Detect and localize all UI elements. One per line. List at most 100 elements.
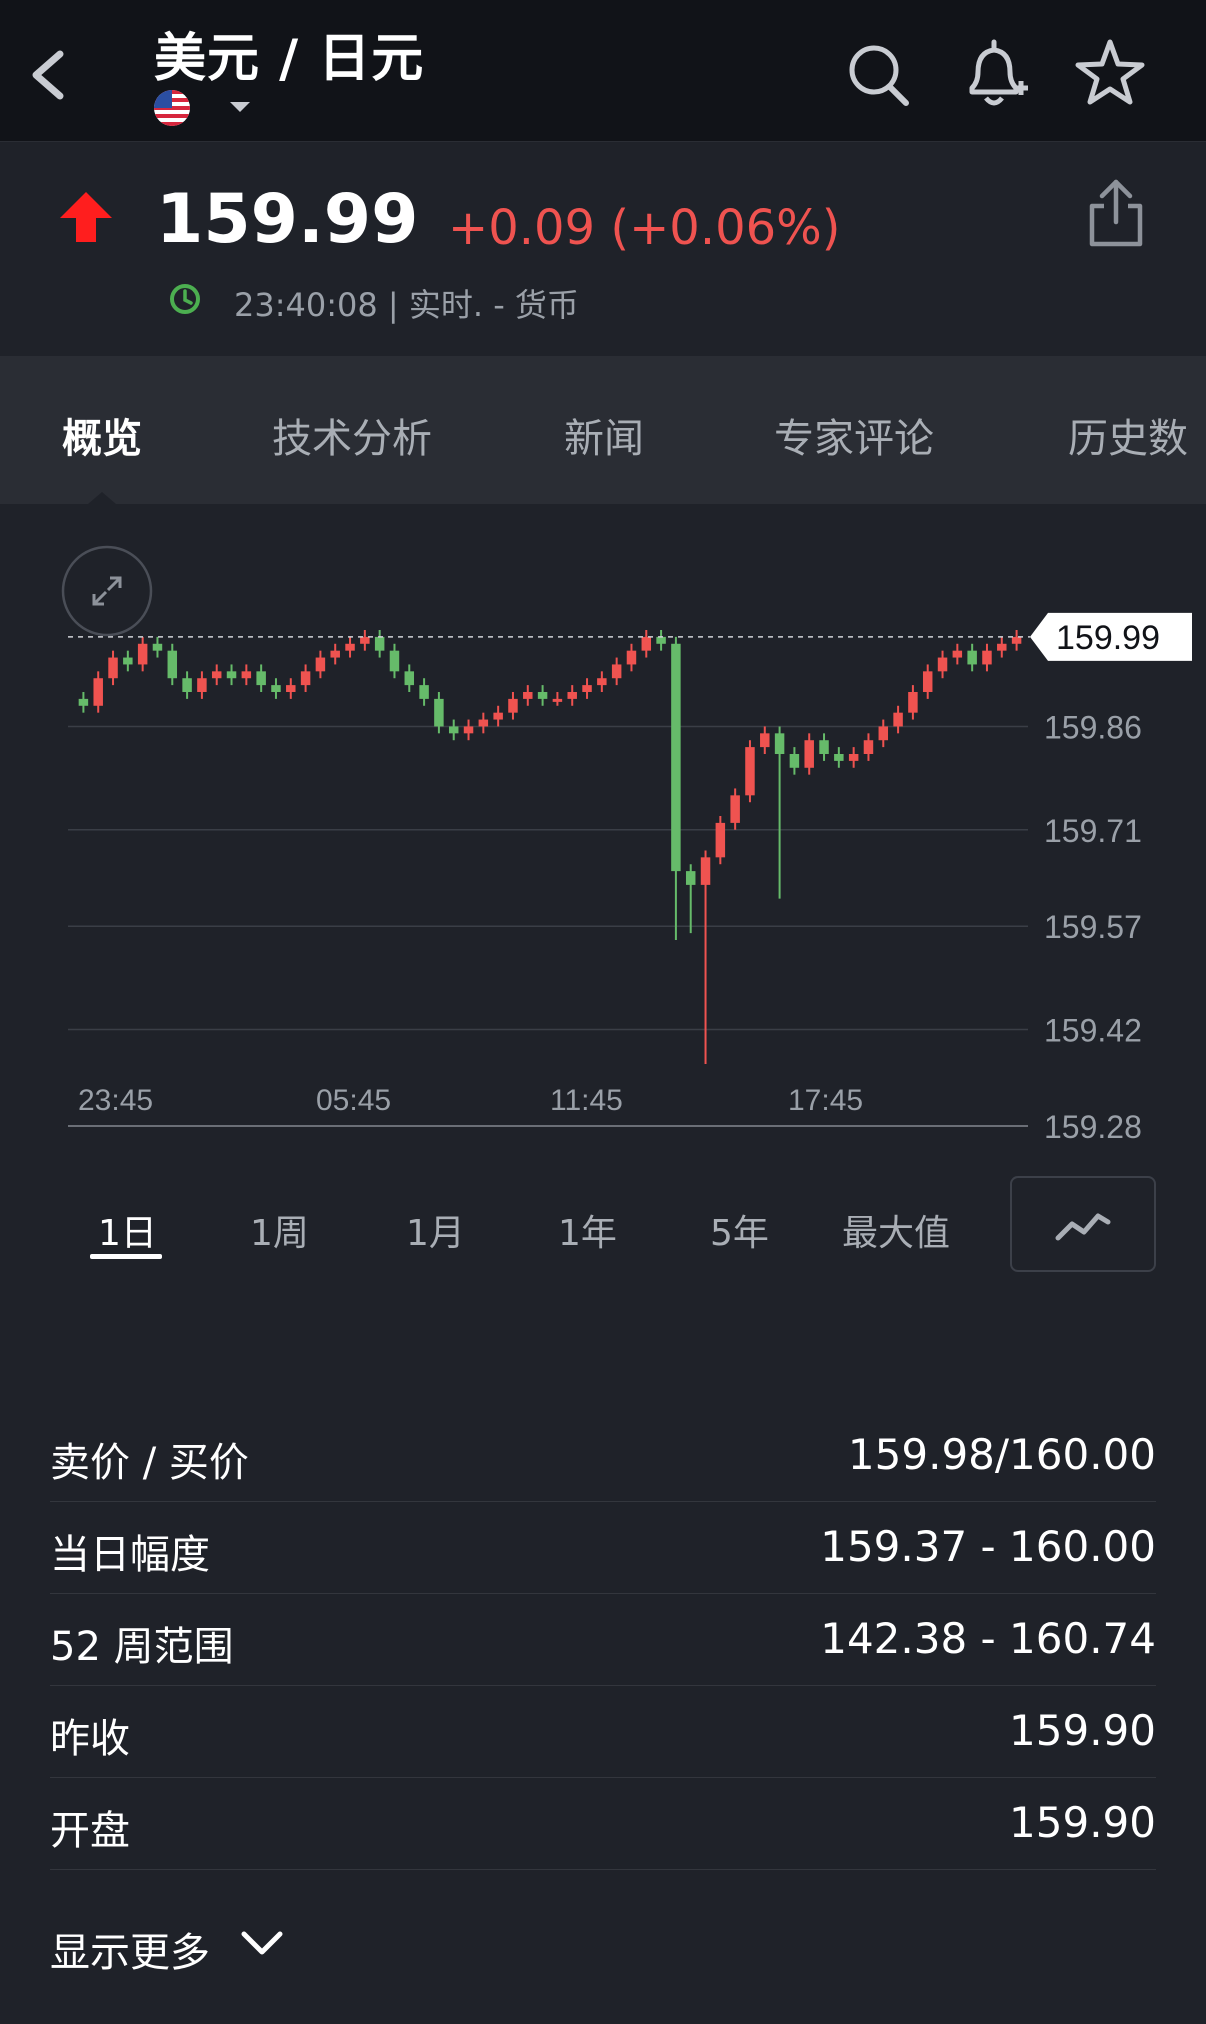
candle-body: [685, 871, 696, 885]
candle-body: [300, 671, 311, 686]
candle-body: [804, 740, 814, 768]
candlestick-chart: 159.86 159.71 159.57 159.42 159.28 23:45 05:45…: [68, 612, 1192, 1145]
candle-body: [404, 671, 415, 686]
candle-body: [552, 698, 563, 702]
current-price-label: 159.99: [1056, 619, 1160, 657]
candle-body: [537, 692, 548, 699]
candle-body: [241, 671, 252, 679]
y-tick-label: 159.57: [1044, 909, 1142, 945]
candle-body: [137, 643, 148, 665]
instrument-title: 美元 / 日元: [154, 29, 425, 89]
tab-history[interactable]: 历史数: [1068, 406, 1188, 464]
y-tick-label: 159.86: [1044, 709, 1142, 745]
active-tab-pointer: [88, 492, 116, 504]
chart-type-button[interactable]: [1010, 1176, 1156, 1272]
candle-body: [582, 685, 592, 692]
candle-body: [893, 712, 903, 727]
candle-body: [152, 643, 163, 651]
candle-body: [863, 740, 874, 754]
candle-body: [197, 678, 207, 692]
candle-body: [700, 857, 711, 885]
candle-body: [597, 678, 607, 686]
stat-label: 昨收: [50, 1716, 130, 1762]
show-more-button[interactable]: 显示更多: [50, 1920, 210, 1978]
x-tick-label: 17:45: [788, 1084, 863, 1117]
range-5y[interactable]: 5年: [710, 1204, 769, 1256]
quote-status: 23:40:08 | 实时. - 货币: [234, 286, 579, 324]
stat-label: 卖价 / 买价: [50, 1440, 249, 1486]
candle-body: [419, 685, 429, 699]
stat-row-open: 开盘 159.90: [50, 1778, 1156, 1870]
candle-body: [78, 698, 89, 706]
stat-value: 159.90: [1009, 1706, 1156, 1755]
candle-body: [730, 795, 740, 823]
candle-body: [478, 719, 489, 727]
candle-body: [626, 650, 637, 665]
candle-body: [656, 636, 666, 644]
expand-chart-icon[interactable]: [60, 544, 154, 638]
candle-body: [671, 643, 681, 872]
candle-body: [448, 726, 459, 734]
price-change: +0.09 (+0.06%): [448, 200, 841, 256]
candle-body: [434, 698, 444, 727]
candle-body: [493, 712, 503, 720]
candle-body: [286, 685, 296, 692]
candle-body: [760, 733, 770, 748]
tab-analysis[interactable]: 专家评论: [774, 406, 934, 464]
candle-body: [271, 685, 281, 692]
y-tick-label: 159.71: [1044, 813, 1142, 849]
candle-body: [182, 678, 192, 692]
candle-body: [641, 636, 652, 651]
candle-body: [937, 657, 948, 672]
candle-body: [774, 733, 785, 754]
candle-body: [848, 754, 859, 761]
market-dropdown-caret-icon[interactable]: [230, 102, 250, 112]
star-icon[interactable]: [1074, 36, 1146, 112]
last-price: 159.99: [156, 180, 419, 259]
range-1d[interactable]: 1日: [98, 1204, 157, 1256]
range-1m[interactable]: 1月: [406, 1204, 465, 1256]
stat-row-52w-range: 52 周范围 142.38 - 160.74: [50, 1594, 1156, 1686]
bell-add-icon[interactable]: [958, 36, 1030, 112]
candle-body: [389, 650, 400, 672]
tab-technical[interactable]: 技术分析: [272, 406, 432, 464]
candle-body: [611, 664, 622, 679]
clock-icon: [170, 284, 200, 314]
search-icon[interactable]: [842, 36, 914, 112]
y-tick-label: 159.42: [1044, 1013, 1142, 1049]
candle-body: [226, 671, 237, 679]
stat-value: 142.38 - 160.74: [820, 1614, 1156, 1663]
candle-body: [982, 650, 992, 665]
quote-summary: 159.99 +0.09 (+0.06%) 23:40:08 | 实时. - 货…: [0, 142, 1206, 356]
back-arrow-icon[interactable]: [22, 40, 82, 110]
range-1y[interactable]: 1年: [558, 1204, 617, 1256]
candle-body: [967, 650, 977, 665]
section-tabs: 概览 技术分析 新闻 专家评论 历史数: [0, 356, 1206, 504]
price-chart[interactable]: 159.86 159.71 159.57 159.42 159.28 23:45 05:45…: [0, 504, 1206, 1145]
tab-overview[interactable]: 概览: [62, 406, 142, 464]
stat-row-prev-close: 昨收 159.90: [50, 1686, 1156, 1778]
stat-value: 159.90: [1009, 1798, 1156, 1847]
stat-row-bid-ask: 卖价 / 买价 159.98/160.00: [50, 1410, 1156, 1502]
share-icon[interactable]: [1086, 176, 1146, 250]
chevron-down-icon[interactable]: [240, 1928, 284, 1958]
us-flag-icon: [154, 90, 190, 126]
tab-news[interactable]: 新闻: [564, 406, 644, 464]
stat-value: 159.98/160.00: [847, 1430, 1156, 1479]
candle-body: [330, 650, 340, 658]
candle-body: [819, 740, 829, 754]
candle-body: [715, 822, 726, 858]
candle-body: [908, 692, 918, 713]
range-1w[interactable]: 1周: [250, 1204, 309, 1256]
candle-body: [315, 657, 326, 672]
up-arrow-icon: [60, 192, 112, 242]
candle-body: [834, 754, 844, 761]
candle-body: [360, 636, 370, 644]
y-tick-label: 159.28: [1044, 1109, 1142, 1144]
candle-body: [567, 692, 577, 699]
candle-body: [508, 698, 518, 713]
candle-body: [256, 671, 266, 686]
candle-body: [745, 747, 755, 796]
range-max[interactable]: 最大值: [842, 1204, 950, 1256]
candle-body: [108, 657, 118, 679]
